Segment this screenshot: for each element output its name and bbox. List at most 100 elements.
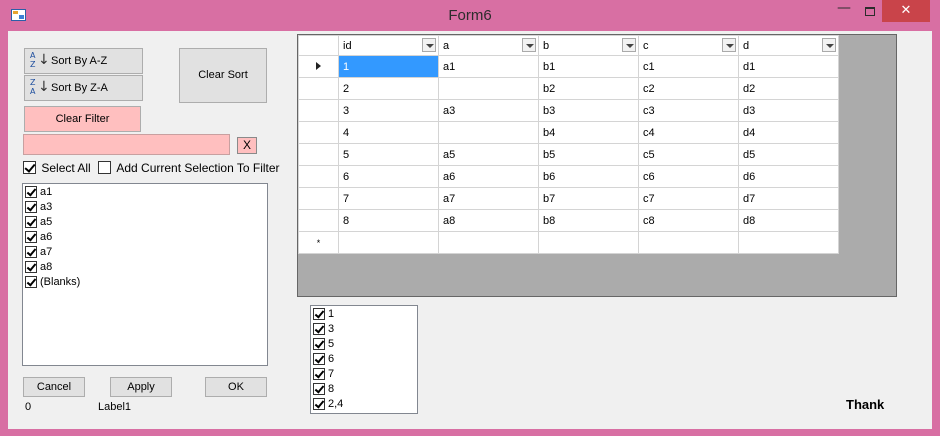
id-list-item[interactable]: 8 [313, 382, 334, 397]
column-header-a[interactable]: a [438, 35, 539, 56]
add-selection-checkbox[interactable]: Add Current Selection To Filter [98, 160, 280, 175]
data-grid[interactable]: id a b c d 1 a1 b1 c1 d1 2 b2 c2 d2 3 a3 b3 c3 d3 4 b4 c4 d4 5… [297, 34, 897, 297]
apply-button[interactable]: Apply [110, 377, 172, 397]
grid-cell-b[interactable]: b7 [538, 187, 639, 210]
filter-item-checkbox[interactable] [25, 275, 37, 288]
new-row-cell-a[interactable] [438, 231, 539, 254]
grid-cell-a[interactable]: a5 [438, 143, 539, 166]
grid-cell-a[interactable] [438, 77, 539, 100]
grid-cell-c[interactable]: c7 [638, 187, 739, 210]
id-item-checkbox[interactable] [313, 382, 325, 395]
close-button[interactable]: ✕ [882, 0, 930, 22]
grid-corner-header[interactable] [298, 35, 339, 56]
id-list-item[interactable]: 5 [313, 337, 334, 352]
grid-cell-b[interactable]: b2 [538, 77, 639, 100]
grid-cell-a[interactable]: a8 [438, 209, 539, 232]
id-list-item[interactable]: 3 [313, 322, 334, 337]
grid-cell-b[interactable]: b4 [538, 121, 639, 144]
grid-cell-a[interactable]: a7 [438, 187, 539, 210]
filter-item-checkbox[interactable] [25, 200, 37, 213]
table-row[interactable]: 7 a7 b7 c7 d7 [298, 187, 839, 210]
grid-cell-d[interactable]: d2 [738, 77, 839, 100]
grid-cell-a[interactable]: a1 [438, 55, 539, 78]
grid-cell-c[interactable]: c6 [638, 165, 739, 188]
filter-dropdown-icon[interactable] [522, 38, 536, 52]
grid-cell-id[interactable]: 4 [338, 121, 439, 144]
new-row-header[interactable]: * [298, 231, 339, 254]
grid-cell-d[interactable]: d6 [738, 165, 839, 188]
column-header-id[interactable]: id [338, 35, 439, 56]
grid-cell-c[interactable]: c5 [638, 143, 739, 166]
id-values-list[interactable]: 1 3 5 6 7 8 2,4 [310, 305, 418, 414]
grid-cell-b[interactable]: b3 [538, 99, 639, 122]
grid-cell-id[interactable]: 6 [338, 165, 439, 188]
grid-cell-b[interactable]: b6 [538, 165, 639, 188]
grid-cell-a[interactable]: a6 [438, 165, 539, 188]
grid-cell-id[interactable]: 1 [338, 55, 439, 78]
id-list-item[interactable]: 7 [313, 367, 334, 382]
new-row-cell-d[interactable] [738, 231, 839, 254]
grid-cell-c[interactable]: c2 [638, 77, 739, 100]
row-header[interactable] [298, 55, 339, 78]
row-header[interactable] [298, 209, 339, 232]
row-header[interactable] [298, 121, 339, 144]
grid-cell-d[interactable]: d3 [738, 99, 839, 122]
cancel-button[interactable]: Cancel [23, 377, 85, 397]
filter-list-item[interactable]: a6 [25, 230, 52, 245]
id-item-checkbox[interactable] [313, 352, 325, 365]
select-all-checkbox[interactable]: Select All [23, 160, 91, 175]
grid-cell-a[interactable]: a3 [438, 99, 539, 122]
clear-search-button[interactable]: X [237, 137, 257, 154]
new-row[interactable]: * [298, 231, 839, 254]
column-header-d[interactable]: d [738, 35, 839, 56]
grid-cell-c[interactable]: c1 [638, 55, 739, 78]
filter-item-checkbox[interactable] [25, 260, 37, 273]
filter-item-checkbox[interactable] [25, 215, 37, 228]
filter-dropdown-icon[interactable] [422, 38, 436, 52]
new-row-cell-id[interactable] [338, 231, 439, 254]
filter-list-item[interactable]: a7 [25, 245, 52, 260]
title-bar[interactable]: Form6 — ✕ [0, 0, 940, 31]
filter-item-checkbox[interactable] [25, 230, 37, 243]
new-row-cell-c[interactable] [638, 231, 739, 254]
sort-za-button[interactable]: Z A ↓ Sort By Z-A [24, 75, 143, 101]
grid-cell-d[interactable]: d8 [738, 209, 839, 232]
grid-cell-b[interactable]: b1 [538, 55, 639, 78]
clear-filter-button[interactable]: Clear Filter [24, 106, 141, 132]
table-row[interactable]: 4 b4 c4 d4 [298, 121, 839, 144]
clear-sort-button[interactable]: Clear Sort [179, 48, 267, 103]
grid-cell-d[interactable]: d4 [738, 121, 839, 144]
ok-button[interactable]: OK [205, 377, 267, 397]
grid-cell-c[interactable]: c3 [638, 99, 739, 122]
row-header[interactable] [298, 77, 339, 100]
grid-cell-c[interactable]: c4 [638, 121, 739, 144]
id-item-checkbox[interactable] [313, 397, 325, 410]
row-header[interactable] [298, 99, 339, 122]
grid-cell-id[interactable]: 3 [338, 99, 439, 122]
column-header-b[interactable]: b [538, 35, 639, 56]
filter-search-input[interactable] [23, 134, 230, 155]
grid-cell-d[interactable]: d7 [738, 187, 839, 210]
table-row[interactable]: 8 a8 b8 c8 d8 [298, 209, 839, 232]
filter-item-checkbox[interactable] [25, 185, 37, 198]
filter-item-checkbox[interactable] [25, 245, 37, 258]
add-selection-checkbox-box[interactable] [98, 161, 111, 175]
id-list-item[interactable]: 2,4 [313, 397, 343, 412]
id-item-checkbox[interactable] [313, 367, 325, 380]
filter-dropdown-icon[interactable] [722, 38, 736, 52]
grid-cell-b[interactable]: b5 [538, 143, 639, 166]
table-row[interactable]: 1 a1 b1 c1 d1 [298, 55, 839, 78]
filter-dropdown-icon[interactable] [822, 38, 836, 52]
filter-dropdown-icon[interactable] [622, 38, 636, 52]
grid-cell-id[interactable]: 2 [338, 77, 439, 100]
new-row-cell-b[interactable] [538, 231, 639, 254]
filter-values-list[interactable]: a1 a3 a5 a6 a7 a8 (Blanks) [22, 183, 268, 366]
table-row[interactable]: 3 a3 b3 c3 d3 [298, 99, 839, 122]
row-header[interactable] [298, 143, 339, 166]
table-row[interactable]: 5 a5 b5 c5 d5 [298, 143, 839, 166]
id-list-item[interactable]: 1 [313, 307, 334, 322]
filter-list-item[interactable]: a1 [25, 185, 52, 200]
id-item-checkbox[interactable] [313, 337, 325, 350]
row-header[interactable] [298, 187, 339, 210]
filter-list-item[interactable]: a5 [25, 215, 52, 230]
